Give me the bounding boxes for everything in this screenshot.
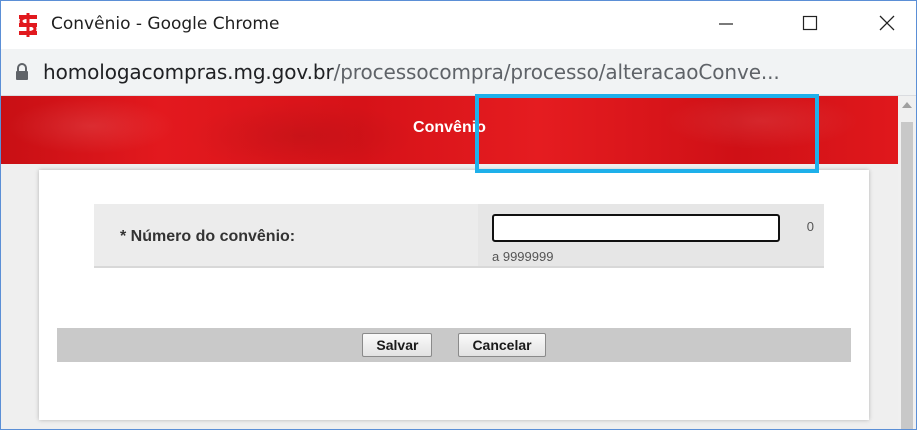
url-host: homologacompras.mg.gov.br: [43, 60, 334, 84]
title-bar: Convênio - Google Chrome: [1, 1, 916, 49]
page-content: Convênio * Número do convênio: 0 a 99999…: [1, 96, 898, 429]
minimize-icon: [718, 15, 734, 36]
min-value-hint: 0: [806, 219, 814, 234]
numero-convenio-label: * Número do convênio:: [120, 228, 296, 245]
minimize-button[interactable]: [702, 5, 750, 45]
maximize-icon: [802, 15, 818, 36]
form-panel: * Número do convênio: 0 a 9999999 Salvar…: [39, 170, 869, 420]
lock-icon: [14, 63, 30, 81]
close-icon: [878, 14, 896, 37]
scroll-thumb[interactable]: [901, 122, 913, 429]
scroll-up-arrow-icon[interactable]: [902, 102, 912, 108]
browser-window: Convênio - Google Chrome homologacompras: [0, 0, 917, 430]
address-bar[interactable]: homologacompras.mg.gov.br/processocompra…: [1, 49, 916, 96]
range-hint: a 9999999: [492, 249, 554, 264]
maximize-button[interactable]: [786, 5, 834, 45]
save-button[interactable]: Salvar: [362, 333, 433, 357]
cancel-button[interactable]: Cancelar: [458, 333, 546, 357]
page-header: Convênio: [1, 96, 898, 164]
vertical-scrollbar[interactable]: [898, 96, 916, 429]
red-dollar-app-icon: [15, 13, 41, 37]
numero-convenio-input[interactable]: [492, 214, 780, 242]
window-title: Convênio - Google Chrome: [51, 14, 280, 34]
button-bar: Salvar Cancelar: [57, 328, 851, 362]
page-title: Convênio: [413, 119, 486, 136]
numero-convenio-cell: 0 a 9999999: [478, 204, 824, 266]
url-path: /processocompra/processo/alteracaoConve.…: [333, 60, 780, 84]
url-text[interactable]: homologacompras.mg.gov.br/processocompra…: [43, 60, 780, 84]
form-row: * Número do convênio: 0 a 9999999: [94, 204, 824, 268]
close-button[interactable]: [863, 5, 911, 45]
